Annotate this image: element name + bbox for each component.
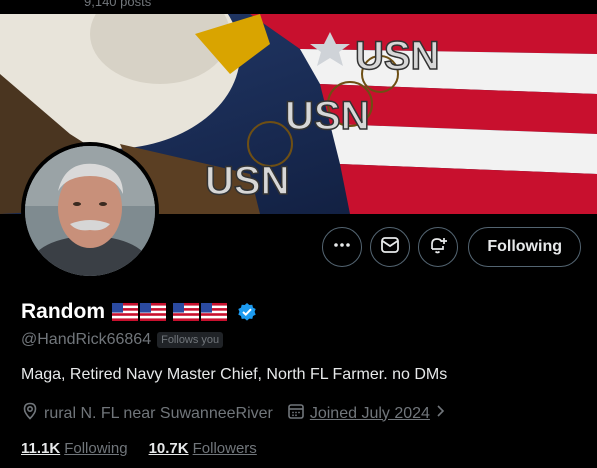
location-text: rural N. FL near SuwanneeRiver [44, 404, 273, 422]
banner-text-1: USN [355, 34, 439, 78]
top-strip: 9,140 posts [0, 0, 597, 14]
profile-actions: Following [322, 227, 581, 267]
us-flag-icon [201, 303, 227, 321]
followers-count: 10.7K [148, 440, 189, 457]
us-flag-icon [140, 303, 166, 321]
banner-text-3: USN [205, 159, 289, 203]
joined-date[interactable]: Joined July 2024 [287, 402, 447, 425]
banner-text-2: USN [285, 94, 369, 138]
more-button[interactable] [322, 227, 363, 267]
notify-button[interactable] [418, 227, 459, 267]
us-flag-icon [112, 303, 138, 321]
verified-badge-icon[interactable] [237, 302, 257, 322]
follows-you-badge: Follows you [157, 332, 224, 348]
avatar[interactable] [21, 142, 159, 280]
calendar-icon [287, 402, 305, 425]
bio: Maga, Retired Navy Master Chief, North F… [21, 366, 448, 383]
envelope-icon [380, 236, 400, 259]
chevron-right-icon [435, 404, 447, 423]
joined-text[interactable]: Joined July 2024 [310, 405, 430, 423]
followers-stat[interactable]: 10.7K Followers [149, 440, 257, 457]
following-button[interactable]: Following [468, 227, 581, 267]
bell-plus-icon [428, 235, 448, 260]
profile-meta: rural N. FL near SuwanneeRiver Joined Ju… [21, 402, 461, 425]
post-count: 9,140 posts [84, 0, 152, 9]
following-count: 11.1K [21, 440, 61, 457]
message-button[interactable] [370, 227, 411, 267]
location: rural N. FL near SuwanneeRiver [21, 402, 273, 425]
display-name: Random [21, 300, 105, 323]
following-label: Following [64, 440, 128, 457]
location-pin-icon [21, 402, 39, 425]
handle: @HandRick66864 [21, 331, 152, 348]
flag-emojis [112, 303, 231, 321]
follow-stats: 11.1K Following 10.7K Followers [21, 440, 257, 457]
handle-row: @HandRick66864 Follows you [21, 331, 224, 349]
following-stat[interactable]: 11.1K Following [21, 440, 128, 457]
more-horizontal-icon [333, 236, 351, 259]
avatar-image [25, 146, 155, 276]
us-flag-icon [173, 303, 199, 321]
profile-name-row: Random [21, 300, 257, 324]
followers-label: Followers [192, 440, 257, 457]
